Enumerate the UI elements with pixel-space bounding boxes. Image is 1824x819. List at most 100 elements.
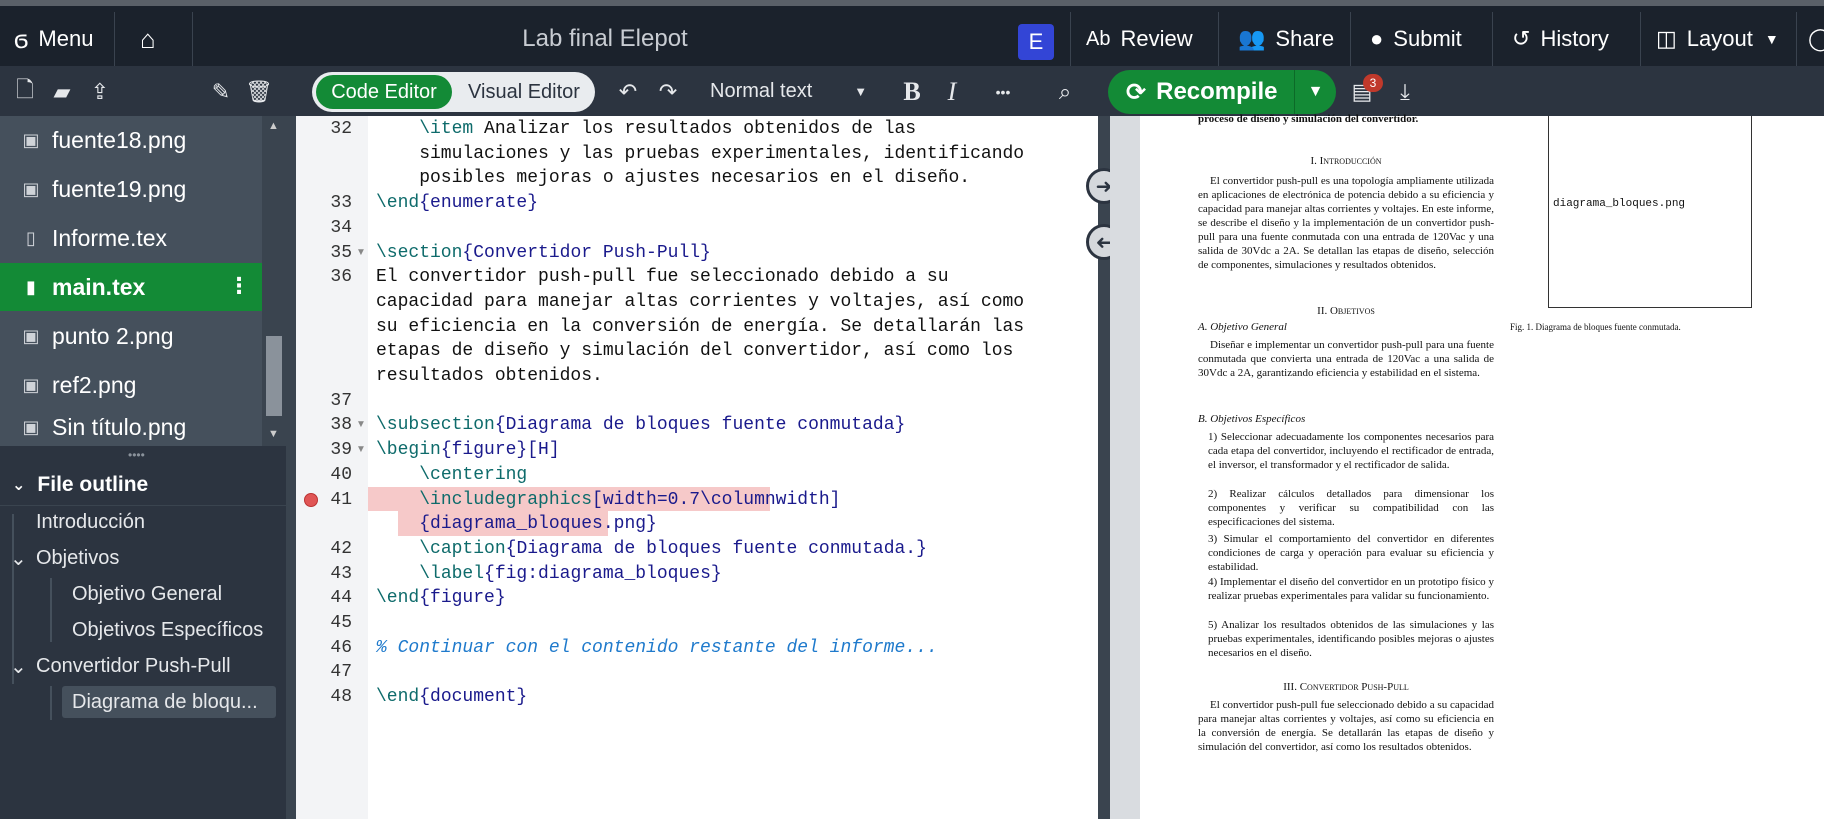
outline-item[interactable]: Introducción	[36, 506, 145, 538]
upload-icon[interactable]: ⇪	[86, 78, 114, 106]
file-item[interactable]: ▣ Sin título.png	[0, 409, 262, 446]
code-line[interactable]: % Continuar con el contenido restante de…	[376, 638, 938, 658]
avatar[interactable]: E	[1018, 24, 1054, 60]
code-argument: {Diagrama de bloques fuente conmutada}	[494, 415, 906, 436]
history-button[interactable]: ↺ History	[1512, 12, 1609, 66]
code-line[interactable]: posibles mejoras o ajustes necesarios en…	[376, 168, 970, 188]
top-bar: ϭ Menu ⌂ Lab final Elepot E Ab Review 👥 …	[0, 0, 1824, 66]
code-line[interactable]: {diagrama_bloques.png}	[376, 514, 657, 534]
file-item-selected[interactable]: ▮ main.tex ⋮	[0, 263, 262, 311]
code-line[interactable]: su eficiencia en la conversión de energí…	[376, 317, 1024, 337]
search-icon[interactable]: ⌕	[1052, 78, 1078, 106]
file-item[interactable]: ▣ fuente18.png	[0, 116, 262, 164]
scroll-down-icon[interactable]: ▼	[268, 428, 279, 440]
code-line[interactable]: etapas de diseño y simulación del conver…	[376, 341, 1013, 361]
share-button[interactable]: 👥 Share	[1238, 12, 1334, 66]
scroll-up-icon[interactable]: ▲	[268, 120, 279, 132]
code-line[interactable]: simulaciones y las pruebas experimentale…	[376, 144, 1024, 164]
code-argument: {Convertidor Push-Pull}	[462, 242, 711, 263]
new-folder-icon[interactable]: ▰	[48, 78, 76, 106]
code-line[interactable]: \centering	[376, 465, 527, 485]
undo-icon[interactable]: ↶	[614, 78, 642, 106]
bold-button[interactable]: B	[900, 77, 924, 106]
redo-icon[interactable]: ↷	[654, 78, 682, 106]
file-item[interactable]: ▣ fuente19.png	[0, 165, 262, 213]
code-text: su eficiencia en la conversión de energí…	[376, 316, 1025, 337]
code-text: capacidad para manejar altas corrientes …	[376, 291, 1025, 312]
line-number: 39	[330, 440, 352, 461]
italic-button[interactable]: I	[942, 77, 962, 106]
history-label: History	[1540, 26, 1609, 51]
code-command: \item	[419, 119, 474, 139]
fold-chevron-icon[interactable]: ▼	[356, 444, 366, 455]
pdf-preview[interactable]: proceso de diseño y simulación del conve…	[1110, 113, 1824, 819]
file-name: fuente19.png	[52, 175, 187, 202]
scrollbar-thumb[interactable]	[266, 336, 282, 416]
download-icon[interactable]: ⤓	[1392, 78, 1418, 106]
layout-button[interactable]: ◫ Layout ▼	[1656, 12, 1779, 66]
code-argument: {figure}	[419, 588, 506, 609]
code-line[interactable]: El convertidor push-pull fue seleccionad…	[376, 267, 949, 287]
code-text: resultados obtenidos.	[376, 366, 603, 386]
file-item[interactable]: ▣ punto 2.png	[0, 312, 262, 360]
code-line[interactable]: resultados obtenidos.	[376, 366, 603, 386]
code-line[interactable]: \end{figure}	[376, 588, 506, 608]
code-line[interactable]: \includegraphics[width=0.7\columnwidth]	[376, 490, 840, 510]
code-editor[interactable]: ▲ 32 \item Analizar los resultados obten…	[296, 116, 1098, 819]
code-line[interactable]: \caption{Diagrama de bloques fuente conm…	[376, 539, 927, 559]
outline-item[interactable]: Convertidor Push-Pull	[36, 650, 231, 682]
sidebar-divider[interactable]	[286, 116, 296, 819]
file-item[interactable]: ▣ ref2.png	[0, 361, 262, 409]
code-text: etapas de diseño y simulación del conver…	[376, 341, 1014, 362]
error-marker-icon[interactable]	[304, 492, 318, 507]
review-button[interactable]: Ab Review	[1086, 12, 1193, 66]
menu-button[interactable]: ϭ Menu	[14, 12, 93, 66]
outline-item[interactable]: Objetivos Específicos	[72, 614, 263, 646]
outline-item[interactable]: Objetivo General	[72, 578, 222, 610]
fold-chevron-icon[interactable]: ▼	[356, 419, 366, 430]
visual-editor-tab[interactable]: Visual Editor	[456, 75, 592, 109]
chevron-down-icon: ▼	[1764, 31, 1779, 47]
outline-chevron-icon[interactable]: ⌄	[10, 542, 27, 574]
file-outline-header[interactable]: ⌄ File outline	[0, 464, 286, 506]
code-line[interactable]: \section{Convertidor Push-Pull}	[376, 243, 711, 263]
pane-divider[interactable]	[1098, 116, 1110, 819]
share-label: Share	[1275, 26, 1335, 51]
file-tree-scrollbar[interactable]: ▲ ▼	[262, 116, 286, 446]
image-file-icon: ▣	[22, 325, 40, 346]
new-file-icon[interactable]: 🗋	[12, 77, 38, 106]
text-style-select[interactable]: Normal text ▼	[710, 74, 867, 108]
rename-icon[interactable]: ✎	[208, 78, 234, 106]
code-editor-tab[interactable]: Code Editor	[316, 75, 452, 109]
recompile-options-chevron-icon[interactable]: ▼	[1294, 70, 1336, 114]
code-line[interactable]: \subsection{Diagrama de bloques fuente c…	[376, 415, 905, 435]
code-line[interactable]: \begin{figure}[H]	[376, 440, 560, 460]
code-line[interactable]: capacidad para manejar altas corrientes …	[376, 292, 1024, 312]
outline-item[interactable]: Objetivos	[36, 542, 119, 574]
more-button[interactable]: •••	[990, 78, 1016, 106]
code-line[interactable]: \end{document}	[376, 687, 527, 707]
project-title[interactable]: Lab final Elepot	[195, 12, 1015, 66]
file-item[interactable]: ▯ Informe.tex	[0, 214, 262, 262]
image-file-icon: ▣	[22, 374, 40, 395]
fold-chevron-icon[interactable]: ▼	[356, 247, 366, 258]
recompile-button[interactable]: ⟳ Recompile ▼	[1108, 70, 1336, 114]
figure-filename: diagrama_bloques.png	[1553, 198, 1686, 210]
delete-icon[interactable]: 🗑	[245, 78, 273, 106]
line-number: 48	[330, 687, 352, 708]
code-line[interactable]: \end{enumerate}	[376, 193, 538, 213]
code-argument: {enumerate}	[419, 193, 539, 214]
image-file-icon: ▣	[22, 129, 40, 150]
pdf-paragraph: El convertidor push-pull es una topologí…	[1198, 175, 1494, 271]
resize-handle-icon[interactable]: ••••	[128, 448, 145, 462]
code-line[interactable]: \label{fig:diagrama_bloques}	[376, 564, 721, 584]
chat-icon[interactable]: ◯	[1808, 12, 1824, 66]
outline-item-selected[interactable]: Diagrama de bloqu...	[62, 686, 276, 718]
code-line[interactable]: \item Analizar los resultados obtenidos …	[376, 119, 916, 139]
home-icon[interactable]: ⌂	[140, 12, 156, 66]
line-number: 38	[330, 415, 352, 436]
kebab-menu-icon[interactable]: ⋮	[228, 273, 250, 299]
submit-button[interactable]: ● Submit	[1370, 12, 1462, 66]
outline-chevron-icon[interactable]: ⌄	[10, 650, 27, 682]
